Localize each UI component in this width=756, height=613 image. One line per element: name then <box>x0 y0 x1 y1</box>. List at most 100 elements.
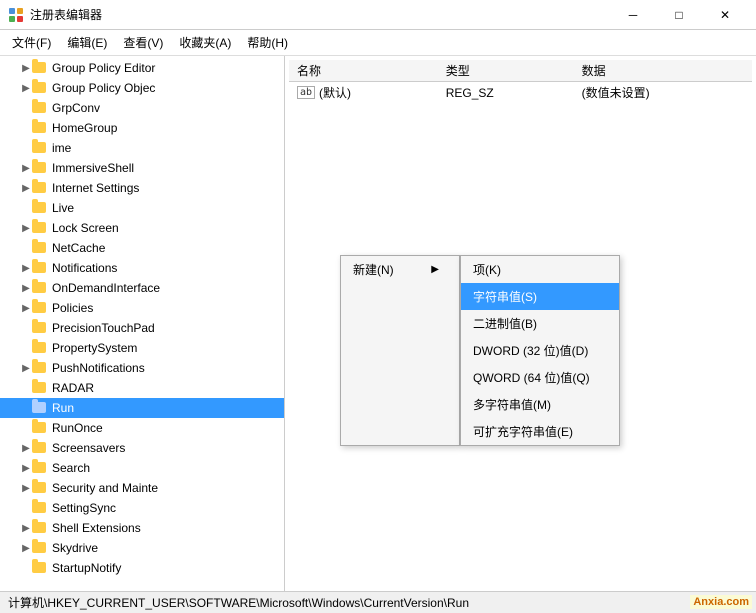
col-data: 数据 <box>574 60 752 82</box>
submenu-item[interactable]: DWORD (32 位)值(D) <box>461 337 619 364</box>
folder-icon <box>32 160 48 176</box>
tree-item[interactable]: Live <box>0 198 284 218</box>
menu-item-h[interactable]: 帮助(H) <box>239 30 296 55</box>
tree-item[interactable]: ▶Screensavers <box>0 438 284 458</box>
submenu: 项(K)字符串值(S)二进制值(B)DWORD (32 位)值(D)QWORD … <box>460 255 620 446</box>
tree-item-label: Group Policy Editor <box>52 61 155 75</box>
tree-arrow-icon: ▶ <box>20 283 32 294</box>
tree-item-label: Group Policy Objec <box>52 81 155 95</box>
tree-item-label: ImmersiveShell <box>52 161 134 175</box>
tree-item[interactable]: ▶Security and Mainte <box>0 478 284 498</box>
tree-item[interactable]: ▶Notifications <box>0 258 284 278</box>
submenu-item[interactable]: 字符串值(S) <box>461 283 619 310</box>
tree-item[interactable]: ▶ OnDemandInterface <box>0 278 284 298</box>
folder-icon <box>32 500 48 516</box>
tree-pane[interactable]: ▶ Group Policy Editor ▶ Group Policy Objec G… <box>0 56 285 591</box>
submenu-item[interactable]: 可扩充字符串值(E) <box>461 418 619 445</box>
tree-item[interactable]: Run <box>0 398 284 418</box>
folder-icon <box>32 540 48 556</box>
tree-item[interactable]: ime <box>0 138 284 158</box>
tree-arrow-icon: ▶ <box>20 523 32 534</box>
submenu-item[interactable]: 二进制值(B) <box>461 310 619 337</box>
folder-icon <box>32 180 48 196</box>
window-controls: ─ □ ✕ <box>610 0 748 30</box>
folder-icon <box>32 440 48 456</box>
tree-item[interactable]: SettingSync <box>0 498 284 518</box>
folder-icon <box>32 520 48 536</box>
tree-item-label: PushNotifications <box>52 361 145 375</box>
submenu-item[interactable]: 项(K) <box>461 256 619 283</box>
tree-item[interactable]: RunOnce <box>0 418 284 438</box>
context-menu-container: 新建(N) ▶ 项(K)字符串值(S)二进制值(B)DWORD (32 位)值(… <box>340 255 620 446</box>
folder-icon <box>32 300 48 316</box>
tree-item[interactable]: ▶Lock Screen <box>0 218 284 238</box>
tree-item-label: Internet Settings <box>52 181 139 195</box>
menu-item-e[interactable]: 编辑(E) <box>59 30 115 55</box>
tree-item-label: Run <box>52 401 74 415</box>
tree-item-label: NetCache <box>52 241 105 255</box>
tree-item[interactable]: GrpConv <box>0 98 284 118</box>
tree-arrow-icon: ▶ <box>20 183 32 194</box>
folder-icon <box>32 240 48 256</box>
tree-item[interactable]: ▶Shell Extensions <box>0 518 284 538</box>
reg-name: ab(默认) <box>289 82 438 104</box>
tree-item[interactable]: RADAR <box>0 378 284 398</box>
menu-item-f[interactable]: 文件(F) <box>4 30 59 55</box>
status-bar: 计算机\HKEY_CURRENT_USER\SOFTWARE\Microsoft… <box>0 591 756 613</box>
tree-arrow-icon: ▶ <box>20 363 32 374</box>
folder-icon <box>32 560 48 576</box>
tree-arrow-icon: ▶ <box>20 263 32 274</box>
tree-item-label: Policies <box>52 301 93 315</box>
tree-item[interactable]: ▶ Internet Settings <box>0 178 284 198</box>
tree-arrow-icon: ▶ <box>20 463 32 474</box>
maximize-button[interactable]: □ <box>656 0 702 30</box>
reg-name-text: (默认) <box>319 84 351 101</box>
tree-item-label: OnDemandInterface <box>52 281 160 295</box>
tree-item-label: GrpConv <box>52 101 100 115</box>
tree-item[interactable]: NetCache <box>0 238 284 258</box>
folder-icon <box>32 100 48 116</box>
minimize-button[interactable]: ─ <box>610 0 656 30</box>
submenu-item[interactable]: 多字符串值(M) <box>461 391 619 418</box>
folder-icon <box>32 480 48 496</box>
tree-item[interactable]: PrecisionTouchPad <box>0 318 284 338</box>
tree-item-label: Live <box>52 201 74 215</box>
tree-item[interactable]: ▶ ImmersiveShell <box>0 158 284 178</box>
folder-icon <box>32 140 48 156</box>
tree-arrow-icon: ▶ <box>20 163 32 174</box>
tree-arrow-icon: ▶ <box>20 443 32 454</box>
submenu-item[interactable]: QWORD (64 位)值(Q) <box>461 364 619 391</box>
tree-item-label: SettingSync <box>52 501 116 515</box>
tree-item[interactable]: ▶Skydrive <box>0 538 284 558</box>
folder-icon <box>32 340 48 356</box>
tree-arrow-icon: ▶ <box>20 483 32 494</box>
tree-item[interactable]: StartupNotify <box>0 558 284 578</box>
folder-icon <box>32 220 48 236</box>
folder-icon <box>32 400 48 416</box>
menu-item-v[interactable]: 查看(V) <box>115 30 171 55</box>
ctx-new-item[interactable]: 新建(N) ▶ <box>341 256 459 283</box>
tree-arrow-icon: ▶ <box>20 63 32 74</box>
menu-item-a[interactable]: 收藏夹(A) <box>171 30 239 55</box>
tree-item-label: Search <box>52 461 90 475</box>
tree-item-label: Skydrive <box>52 541 98 555</box>
folder-icon <box>32 460 48 476</box>
folder-icon <box>32 360 48 376</box>
tree-item[interactable]: ▶Policies <box>0 298 284 318</box>
table-row[interactable]: ab(默认)REG_SZ(数值未设置) <box>289 82 752 104</box>
tree-item[interactable]: HomeGroup <box>0 118 284 138</box>
close-button[interactable]: ✕ <box>702 0 748 30</box>
tree-item-label: Lock Screen <box>52 221 119 235</box>
tree-item[interactable]: PropertySystem <box>0 338 284 358</box>
title-bar: 注册表编辑器 ─ □ ✕ <box>0 0 756 30</box>
tree-item-label: HomeGroup <box>52 121 117 135</box>
folder-icon <box>32 80 48 96</box>
tree-item[interactable]: ▶ PushNotifications <box>0 358 284 378</box>
folder-icon <box>32 420 48 436</box>
tree-item[interactable]: ▶ Search <box>0 458 284 478</box>
tree-item-label: StartupNotify <box>52 561 121 575</box>
tree-item[interactable]: ▶ Group Policy Objec <box>0 78 284 98</box>
app-icon <box>8 7 24 23</box>
tree-arrow-icon: ▶ <box>20 83 32 94</box>
tree-item[interactable]: ▶ Group Policy Editor <box>0 58 284 78</box>
